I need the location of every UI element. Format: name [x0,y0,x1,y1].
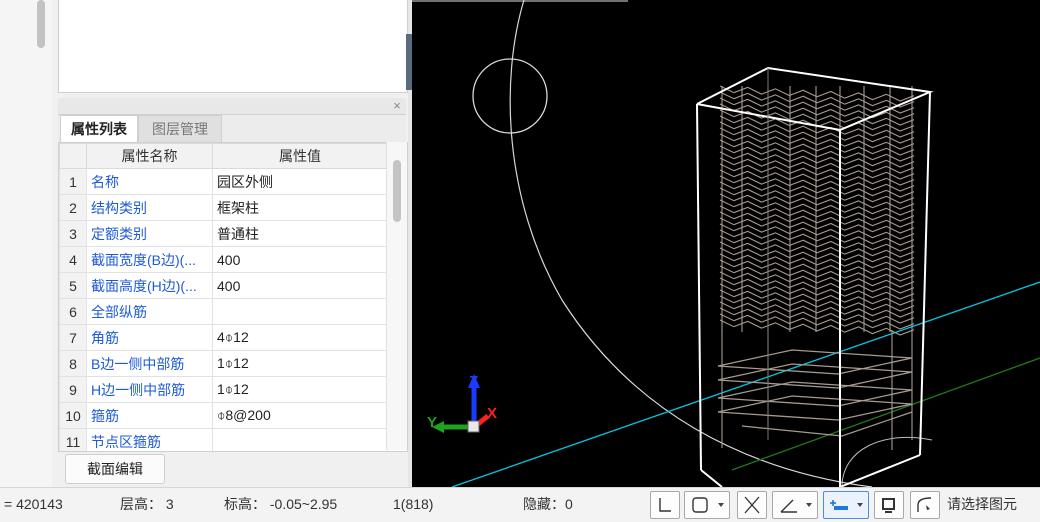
property-value[interactable]: 普通柱 [212,220,388,247]
table-row[interactable]: 7 角筋 4⌽12 [59,324,388,351]
left-scrollbar-thumb[interactable] [37,0,45,48]
property-value[interactable]: 1⌽12 [212,350,388,377]
property-value[interactable] [212,428,388,451]
property-name[interactable]: 全部纵筋 [86,298,213,325]
row-index: 9 [59,376,87,403]
table-row[interactable]: 2 结构类别 框架柱 [59,194,388,221]
table-row[interactable]: 5 截面高度(H边)(... 400 [59,272,388,299]
property-name[interactable]: 结构类别 [86,194,213,221]
property-value[interactable]: 园区外侧 [212,168,388,195]
x-axis-label: X [487,405,497,422]
table-row[interactable]: 4 截面宽度(B边)(... 400 [59,246,388,273]
prompt-text: 请选择图元 [947,496,1017,512]
table-row[interactable]: 8 B边一侧中部筋 1⌽12 [59,350,388,377]
property-name[interactable]: 节点区箍筋 [86,428,213,451]
table-header-row: 属性名称 属性值 [59,143,388,169]
upper-list-area [58,0,408,93]
property-value[interactable]: 框架柱 [212,194,388,221]
arc-icon[interactable] [910,491,940,519]
selection-count: 1(818) [393,496,434,512]
floor-height: 层高： 3 [120,496,174,512]
y-axis-label: Y [427,414,437,431]
name-header: 属性名称 [86,143,213,169]
property-value[interactable]: ⌽8@200 [212,402,388,429]
property-panel-header [58,98,406,115]
table-row[interactable]: 11 节点区箍筋 [59,428,388,451]
add-point-icon[interactable] [823,491,869,519]
viewport-drawing: Z Y X [412,0,1040,487]
property-name[interactable]: 定额类别 [86,220,213,247]
row-index: 3 [59,220,87,247]
index-header [59,143,87,169]
row-index: 11 [59,428,87,451]
hidden-count: 隐藏：0 [523,496,573,512]
tab-property-list[interactable]: 属性列表 [60,115,138,142]
property-name[interactable]: H边一侧中部筋 [86,376,213,403]
row-index: 7 [59,324,87,351]
property-value[interactable]: 4⌽12 [212,324,388,351]
property-value[interactable]: 400 [212,272,388,299]
object-snap-icon[interactable] [684,491,730,519]
row-index: 2 [59,194,87,221]
close-icon[interactable]: × [390,98,404,114]
property-value[interactable]: 400 [212,246,388,273]
row-index: 4 [59,246,87,273]
property-table: 属性名称 属性值 1 名称 园区外侧 2 结构类别 框架柱 3 定额类别 普通柱 4 截面宽度… [59,143,388,451]
property-name[interactable]: 名称 [86,168,213,195]
disable-snap-icon[interactable] [737,491,767,519]
row-index: 5 [59,272,87,299]
table-row[interactable]: 6 全部纵筋 [59,298,388,325]
value-header: 属性值 [212,143,388,169]
row-index: 10 [59,402,87,429]
row-index: 6 [59,298,87,325]
tab-layer-management[interactable]: 图层管理 [138,115,222,142]
angle-icon[interactable] [772,491,818,519]
left-scroll-strip [0,0,53,487]
3d-viewport[interactable]: Z Y X [412,0,1040,487]
coordinate-readout: = 420143 [4,496,63,512]
table-row[interactable]: 3 定额类别 普通柱 [59,220,388,247]
row-index: 1 [59,168,87,195]
property-name[interactable]: 箍筋 [86,402,213,429]
table-row[interactable]: 9 H边一侧中部筋 1⌽12 [59,376,388,403]
property-value[interactable]: 1⌽12 [212,376,388,403]
orthogonal-icon[interactable] [650,491,680,519]
property-name[interactable]: 截面宽度(B边)(... [86,246,213,273]
property-table-container: 属性名称 属性值 1 名称 园区外侧 2 结构类别 框架柱 3 定额类别 普通柱 4 截面宽度… [58,142,408,452]
table-row[interactable]: 10 箍筋 ⌽8@200 [59,402,388,429]
row-index: 8 [59,350,87,377]
table-row[interactable]: 1 名称 园区外侧 [59,168,388,195]
section-edit-button[interactable]: 截面编辑 [65,454,165,484]
property-name[interactable]: 角筋 [86,324,213,351]
display-icon[interactable] [874,491,904,519]
table-scrollbar-thumb[interactable] [393,160,401,222]
property-name[interactable]: 截面高度(H边)(... [86,272,213,299]
property-name[interactable]: B边一侧中部筋 [86,350,213,377]
elevation-range: 标高： -0.05~2.95 [224,496,338,512]
z-axis-label: Z [469,373,478,390]
property-value[interactable] [212,298,388,325]
